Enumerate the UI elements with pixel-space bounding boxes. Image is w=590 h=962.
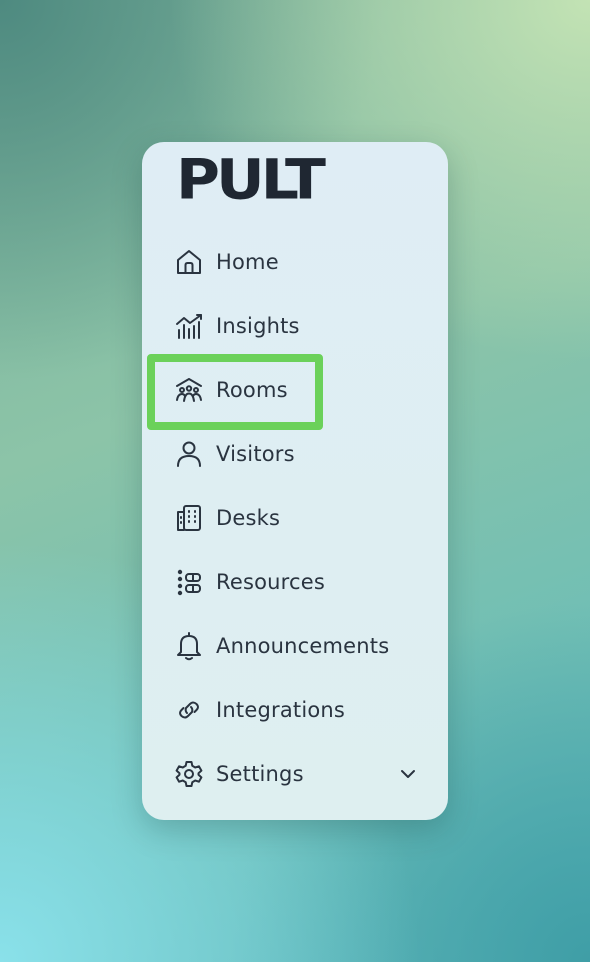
sidebar-item-label: Resources bbox=[216, 570, 326, 594]
bell-icon bbox=[174, 631, 204, 661]
sidebar-panel: PULT Home Insights Rooms Visitors Desks … bbox=[142, 142, 448, 820]
home-icon bbox=[174, 247, 204, 277]
sidebar-item-label: Desks bbox=[216, 506, 281, 530]
sidebar-item-insights[interactable]: Insights bbox=[142, 294, 448, 358]
desks-icon bbox=[174, 503, 204, 533]
sidebar-item-label: Insights bbox=[216, 314, 300, 338]
sidebar-nav: Home Insights Rooms Visitors Desks Resou… bbox=[142, 230, 448, 806]
chevron-down-icon[interactable] bbox=[398, 764, 418, 784]
sidebar-item-settings[interactable]: Settings bbox=[142, 742, 448, 806]
sidebar-item-label: Announcements bbox=[216, 634, 390, 658]
sidebar-item-rooms[interactable]: Rooms bbox=[142, 358, 448, 422]
sidebar-item-label: Integrations bbox=[216, 698, 346, 722]
brand-logo[interactable]: PULT bbox=[176, 152, 364, 207]
rooms-icon bbox=[174, 375, 204, 405]
chart-icon bbox=[174, 311, 204, 341]
sidebar-item-integrations[interactable]: Integrations bbox=[142, 678, 448, 742]
sidebar-item-visitors[interactable]: Visitors bbox=[142, 422, 448, 486]
sidebar-item-label: Settings bbox=[216, 762, 304, 786]
gear-icon bbox=[174, 759, 204, 789]
sidebar-item-label: Rooms bbox=[216, 378, 288, 402]
sidebar-item-desks[interactable]: Desks bbox=[142, 486, 448, 550]
user-icon bbox=[174, 439, 204, 469]
sidebar-item-announcements[interactable]: Announcements bbox=[142, 614, 448, 678]
sidebar-item-home[interactable]: Home bbox=[142, 230, 448, 294]
link-icon bbox=[174, 695, 204, 725]
resources-icon bbox=[174, 567, 204, 597]
sidebar-item-resources[interactable]: Resources bbox=[142, 550, 448, 614]
sidebar-item-label: Visitors bbox=[216, 442, 295, 466]
sidebar-item-label: Home bbox=[216, 250, 279, 274]
